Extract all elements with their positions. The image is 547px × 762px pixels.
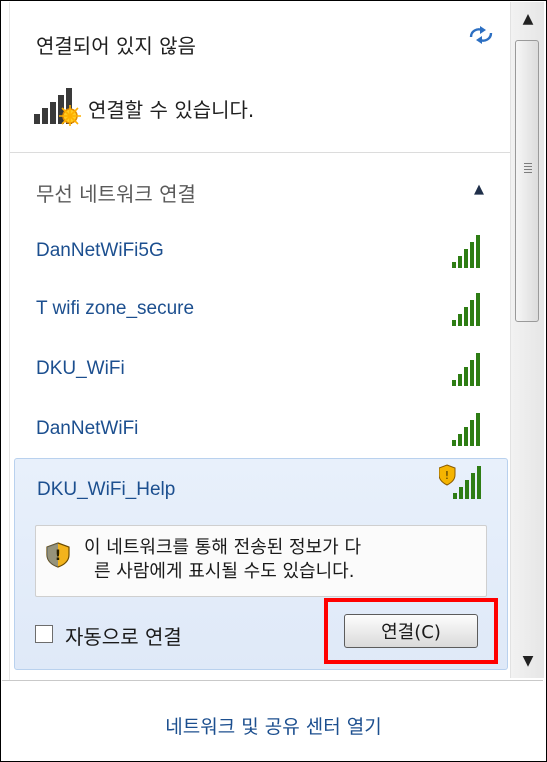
wireless-section-title[interactable]: 무선 네트워크 연결 xyxy=(36,178,196,207)
connection-status-title: 연결되어 있지 않음 xyxy=(36,34,196,58)
security-shield-icon: ! xyxy=(46,542,70,568)
auto-connect-checkbox[interactable] xyxy=(35,625,53,643)
thumb-grip xyxy=(524,163,532,175)
signal-bars-icon xyxy=(452,353,480,386)
signal-bars-icon xyxy=(452,413,480,446)
svg-text:!: ! xyxy=(55,548,61,564)
network-item[interactable]: DanNetWiFi xyxy=(10,402,510,456)
chevron-up-icon[interactable]: ▲ xyxy=(470,180,488,198)
flyout-left-edge xyxy=(2,2,10,759)
connect-button[interactable]: 연결(C) xyxy=(344,614,478,648)
refresh-icon[interactable] xyxy=(468,24,494,46)
signal-bars-icon xyxy=(452,293,480,326)
network-flyout: 연결되어 있지 않음 연결할 수 있습니다. 무선 네트워크 연결 ▲ DanN… xyxy=(0,0,547,762)
scroll-down-button[interactable]: ▼ xyxy=(511,644,545,678)
network-name: DanNetWiFi5G xyxy=(36,240,164,261)
open-network-sharing-center-link[interactable]: 네트워크 및 공유 센터 열기 xyxy=(0,712,547,739)
auto-connect-label[interactable]: 자동으로 연결 xyxy=(65,621,182,650)
network-name: T wifi zone_secure xyxy=(36,298,195,319)
network-name: DanNetWiFi xyxy=(36,418,139,439)
network-item[interactable]: DKU_WiFi xyxy=(10,342,510,396)
scrollbar-thumb[interactable] xyxy=(515,40,539,322)
network-name: DKU_WiFi xyxy=(36,358,125,379)
available-connections-icon xyxy=(34,88,81,126)
security-warning-box: ! 이 네트워크를 통해 전송된 정보가 다 른 사람에게 표시될 수도 있습니… xyxy=(35,525,487,597)
vertical-scrollbar[interactable]: ▲ ▼ xyxy=(510,2,544,678)
warning-line-1: 이 네트워크를 통해 전송된 정보가 다 xyxy=(84,537,362,558)
connectivity-status-text: 연결할 수 있습니다. xyxy=(88,98,255,122)
secured-signal-bars-icon: ! xyxy=(439,464,481,499)
security-warning-text: 이 네트워크를 통해 전송된 정보가 다 른 사람에게 표시될 수도 있습니다. xyxy=(84,536,482,584)
signal-bars-icon xyxy=(452,235,480,268)
network-item[interactable]: DanNetWiFi5G xyxy=(10,224,510,278)
scroll-up-button[interactable]: ▲ xyxy=(511,2,545,36)
status-header: 연결되어 있지 않음 연결할 수 있습니다. xyxy=(10,2,510,153)
selected-network-name: DKU_WiFi_Help xyxy=(37,479,176,500)
network-list-area: 연결되어 있지 않음 연결할 수 있습니다. 무선 네트워크 연결 ▲ DanN… xyxy=(10,2,510,678)
network-item[interactable]: T wifi zone_secure xyxy=(10,282,510,336)
warning-line-2: 른 사람에게 표시될 수도 있습니다. xyxy=(94,561,355,582)
svg-text:!: ! xyxy=(445,469,449,482)
connect-button-highlight: 연결(C) xyxy=(324,598,498,664)
